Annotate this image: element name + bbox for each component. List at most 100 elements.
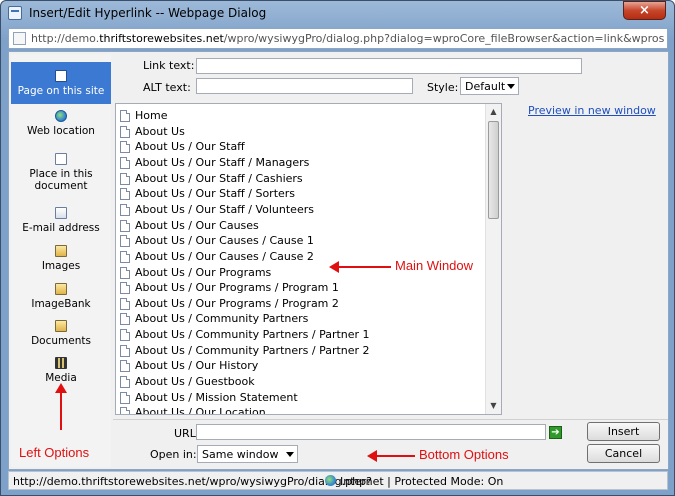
page-list-item-label: About Us / Community Partners [135, 312, 309, 326]
open-in-label: Open in: [150, 448, 197, 461]
page-list-item-label: About Us / Mission Statement [135, 390, 298, 404]
status-url: http://demo.thriftstorewebsites.net/wpro… [13, 475, 372, 488]
page-icon [120, 172, 130, 185]
internet-zone-icon [325, 475, 336, 486]
mail-icon [55, 207, 67, 219]
page-icon [120, 391, 130, 404]
folder-icon [55, 283, 67, 295]
left-option-label: ImageBank [31, 298, 91, 310]
annotation-arrow-left-icon [367, 450, 415, 462]
page-icon [120, 125, 130, 138]
page-list-scrollbar[interactable]: ▲ ▼ [485, 104, 501, 414]
page-icon [120, 360, 130, 373]
page-list-item-label: About Us / Community Partners / Partner … [135, 343, 370, 357]
alt-text-input[interactable] [196, 78, 413, 94]
anchor-doc-icon [55, 153, 67, 165]
address-url: http://demo.thriftstorewebsites.net/wpro… [31, 32, 665, 45]
page-icon [120, 313, 130, 326]
page-list-item-label: About Us / Community Partners / Partner … [135, 328, 370, 342]
annotation-main-window: Main Window [395, 258, 474, 273]
preview-in-new-window-link[interactable]: Preview in new window [528, 104, 656, 117]
left-option-place-in-document[interactable]: Place in this document [11, 153, 111, 192]
globe-icon [55, 110, 67, 122]
left-option-web-location[interactable]: Web location [11, 110, 111, 137]
page-list-item-label: About Us / Our Programs / Program 1 [135, 281, 339, 295]
link-text-input[interactable] [196, 58, 582, 74]
page-list-item-label: About Us [135, 124, 185, 138]
chevron-down-icon [286, 452, 294, 457]
bottom-separator [113, 419, 668, 420]
page-list-item-label: About Us / Our Causes [135, 218, 259, 232]
status-zone: Internet | Protected Mode: On [340, 475, 504, 488]
page-list-item-label: About Us / Our Programs [135, 265, 272, 279]
style-label: Style: [427, 81, 459, 94]
page-icon [120, 250, 130, 263]
page-icon [120, 110, 130, 122]
cancel-button[interactable]: Cancel [587, 444, 660, 463]
left-option-media[interactable]: Media [11, 357, 111, 384]
page-icon [13, 32, 26, 45]
film-icon [55, 357, 67, 369]
page-icon [120, 407, 130, 414]
close-button[interactable]: × [623, 1, 666, 20]
scroll-down-arrow-icon[interactable]: ▼ [486, 398, 501, 414]
annotation-bottom-options: Bottom Options [419, 447, 509, 462]
page-icon [120, 235, 130, 248]
scroll-up-arrow-icon[interactable]: ▲ [486, 104, 501, 120]
title-bar: Insert/Edit Hyperlink -- Webpage Dialog … [1, 1, 674, 25]
page-icon [120, 156, 130, 169]
open-in-select[interactable]: Same window [197, 445, 298, 463]
left-option-documents[interactable]: Documents [11, 320, 111, 347]
page-icon [120, 219, 130, 232]
alt-text-label: ALT text: [143, 81, 191, 94]
window-title: Insert/Edit Hyperlink -- Webpage Dialog [29, 6, 267, 20]
left-option-label: Images [41, 260, 81, 272]
page-icon [55, 70, 67, 82]
status-bar: http://demo.thriftstorewebsites.net/wpro… [8, 471, 668, 490]
left-option-label: Web location [27, 125, 95, 137]
page-icon [120, 344, 130, 357]
page-list-item-label: About Us / Our Staff [135, 140, 245, 154]
folder-icon [55, 320, 67, 332]
left-option-label: Documents [31, 335, 91, 347]
dialog-window: Insert/Edit Hyperlink -- Webpage Dialog … [0, 0, 675, 496]
go-arrow-icon[interactable]: ➔ [549, 426, 562, 439]
page-icon [120, 297, 130, 310]
folder-icon [55, 245, 67, 257]
link-text-label: Link text: [143, 59, 195, 72]
open-in-select-value: Same window [202, 448, 279, 461]
page-list-item-label: About Us / Our Staff / Volunteers [135, 202, 314, 216]
left-options: Page on this site Web location Place in … [11, 54, 111, 467]
page-list-item-label: About Us / Our Staff / Sorters [135, 187, 296, 201]
style-select[interactable]: Default [460, 77, 519, 95]
page-icon [120, 203, 130, 216]
scroll-thumb[interactable] [488, 121, 499, 219]
page-icon [120, 188, 130, 201]
left-option-images[interactable]: Images [11, 245, 111, 272]
page-list-item-label: About Us / Our Staff / Managers [135, 155, 310, 169]
page-icon [120, 376, 130, 389]
page-icon [120, 141, 130, 154]
annotation-arrow-left-icon [329, 261, 391, 273]
page-list-item-label: About Us / Our Programs / Program 2 [135, 296, 339, 310]
page-icon [120, 329, 130, 342]
left-option-label: E-mail address [22, 222, 100, 234]
page-list-item-label: About Us / Our Staff / Cashiers [135, 171, 303, 185]
url-input[interactable] [196, 424, 546, 440]
left-option-page-on-this-site[interactable]: Page on this site [11, 62, 111, 104]
dialog-content: Page on this site Web location Place in … [8, 51, 669, 470]
ie-window-icon [8, 6, 22, 20]
page-icon [120, 282, 130, 295]
annotation-arrow-up-icon [55, 383, 67, 430]
chevron-down-icon [507, 84, 515, 89]
page-icon [120, 266, 130, 279]
page-list-item-label: About Us / Guestbook [135, 375, 255, 389]
left-option-label: Page on this site [17, 85, 105, 97]
insert-button[interactable]: Insert [587, 422, 660, 441]
left-option-email-address[interactable]: E-mail address [11, 207, 111, 234]
page-list-item-label: About Us / Our Location [135, 406, 266, 415]
page-list-item-label: About Us / Our Causes / Cause 1 [135, 234, 314, 248]
page-list-item-label: About Us / Our History [135, 359, 259, 373]
left-option-label: Place in this document [29, 168, 93, 192]
left-option-imagebank[interactable]: ImageBank [11, 283, 111, 310]
